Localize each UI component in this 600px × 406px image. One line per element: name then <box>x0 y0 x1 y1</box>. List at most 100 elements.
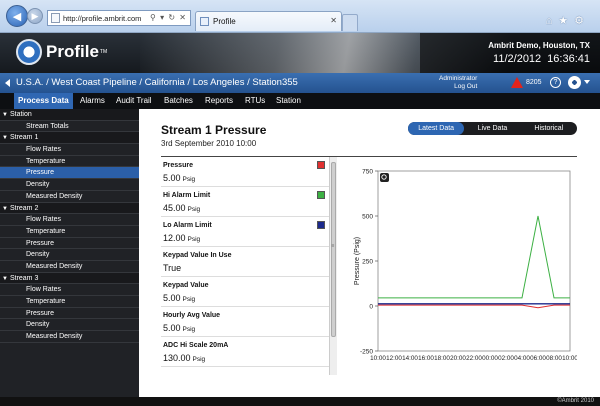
parameter-value: True <box>163 263 183 273</box>
pressure-chart-svg: -250025050075010:00 12:00 14:00 16:00 18:00 2… <box>354 169 577 363</box>
browser-tab[interactable]: Profile ✕ <box>195 11 342 31</box>
sidebar-item[interactable]: Flow Rates <box>0 284 139 296</box>
sidebar-item-label: Temperature <box>26 227 66 235</box>
breadcrumb[interactable]: U.S.A. / West Coast Pipeline / Californi… <box>16 77 298 88</box>
new-tab-button[interactable] <box>342 14 358 31</box>
series-color-swatch[interactable] <box>317 221 325 229</box>
sidebar-item-label: Density <box>26 251 50 259</box>
parameter-row[interactable]: Keypad Value In Use True <box>161 247 329 277</box>
parameter-row[interactable]: Hourly Avg Value 5.00 Psig <box>161 307 329 337</box>
parameter-label: ADC Hi Scale 20mA <box>163 342 229 349</box>
collapse-arrow-icon[interactable] <box>5 79 10 87</box>
star-icon: ★ <box>558 15 575 27</box>
sidebar-item[interactable]: Temperature <box>0 226 139 238</box>
sidebar-item[interactable]: Temperature <box>0 156 139 168</box>
sidebar-item-label: Pressure <box>26 169 55 177</box>
parameter-list: Pressure 5.00 Psig Hi Alarm Limit 45.00 Psig L… <box>161 157 337 375</box>
sidebar-item[interactable]: Stream Totals <box>0 121 139 133</box>
scroll-grip-icon: ≡ <box>331 243 335 249</box>
sidebar-item-label: Measured Density <box>26 262 83 270</box>
parameter-label: Hi Alarm Limit <box>163 192 211 199</box>
sidebar-item-label: Pressure <box>26 239 55 247</box>
parameter-row[interactable]: Hi Alarm Limit 45.00 Psig <box>161 187 329 217</box>
y-tick-label: 500 <box>362 214 373 221</box>
browser-toolbar-icons[interactable]: ⌂★⚙ <box>546 14 590 27</box>
breadcrumb-bar: U.S.A. / West Coast Pipeline / Californi… <box>0 73 600 93</box>
main-content: Stream 1 Pressure 3rd September 2010 10:… <box>139 109 600 397</box>
sidebar-item-label: Temperature <box>26 157 66 165</box>
parameter-label: Lo Alarm Limit <box>163 222 212 229</box>
alarm-warning-icon[interactable] <box>511 77 523 88</box>
sidebar-item-label: Stream 2 <box>9 204 39 212</box>
logo-mark-icon <box>16 39 42 65</box>
parameter-row[interactable]: Keypad Value 5.00 Psig <box>161 277 329 307</box>
parameter-value: 12.00 Psig <box>163 233 200 243</box>
series-color-swatch[interactable] <box>317 191 325 199</box>
sidebar-item[interactable]: Density <box>0 249 139 261</box>
sidebar-item[interactable]: Density <box>0 319 139 332</box>
logout-link[interactable]: Log Out <box>439 83 477 91</box>
parameter-list-scrollbar[interactable]: ≡ <box>329 157 337 375</box>
x-tick-label: 10:00 <box>370 355 386 362</box>
chevron-down-icon: ▼ <box>2 135 8 142</box>
toggle-latest-data[interactable]: Latest Data <box>408 122 465 135</box>
parameter-row[interactable]: Pressure 5.00 Psig <box>161 157 329 187</box>
data-mode-toggle: Latest Data Live Data Historical <box>408 122 577 135</box>
sidebar-item[interactable]: Pressure <box>0 308 139 320</box>
sidebar-item[interactable]: Measured Density <box>0 191 139 203</box>
sidebar-item[interactable]: Measured Density <box>0 261 139 273</box>
parameter-unit: Psig <box>187 206 201 213</box>
sidebar-item[interactable]: Flow Rates <box>0 214 139 226</box>
pressure-chart: -250 0 250 500 750 10:00 12:00 14:00 16:00 18:00 2… <box>346 163 577 377</box>
parameter-row[interactable]: Lo Alarm Limit 12.00 Psig <box>161 217 329 247</box>
sidebar-group[interactable]: ▼ Stream 1 <box>0 132 139 145</box>
nav-process-data[interactable]: Process Data <box>14 93 73 109</box>
sidebar-item[interactable]: Pressure <box>0 167 139 180</box>
address-url: http://profile.ambrit.com <box>63 13 142 23</box>
parameter-value-number: 12.00 <box>163 233 186 243</box>
sidebar-group[interactable]: ▼ Stream 2 <box>0 202 139 215</box>
series-color-swatch[interactable] <box>317 161 325 169</box>
page-subtitle: 3rd September 2010 10:00 <box>161 139 257 148</box>
nav-station[interactable]: Station <box>276 93 301 109</box>
forward-button[interactable]: ▶ <box>27 8 43 24</box>
sidebar-item[interactable]: Measured Density <box>0 331 139 343</box>
help-icon[interactable]: ? <box>550 77 561 88</box>
alarm-count[interactable]: 8205 <box>526 79 542 86</box>
parameter-value: 5.00 Psig <box>163 173 195 183</box>
close-tab-icon[interactable]: ✕ <box>330 16 337 25</box>
x-tick-label: 02:00 <box>498 355 514 362</box>
parameter-value-number: 45.00 <box>163 203 186 213</box>
sidebar-group[interactable]: ▼ Station <box>0 109 139 121</box>
sidebar-group[interactable]: ▼ Stream 3 <box>0 272 139 285</box>
search-refresh-icons[interactable]: ⚲ ▾ ↻ ✕ <box>150 13 187 22</box>
sidebar-item[interactable]: Flow Rates <box>0 144 139 156</box>
zoom-icon[interactable] <box>380 173 389 182</box>
sidebar-item-label: Pressure <box>26 309 55 317</box>
scrollbar-thumb[interactable] <box>331 162 336 337</box>
settings-icon[interactable] <box>568 76 581 89</box>
nav-reports[interactable]: Reports <box>205 93 233 109</box>
browser-chrome: ◀ ▶ http://profile.ambrit.com ⚲ ▾ ↻ ✕ Pr… <box>0 0 600 33</box>
settings-dropdown-icon[interactable] <box>584 80 590 84</box>
parameter-row[interactable]: ADC Hi Scale 20mA 130.00 Psig <box>161 337 329 367</box>
sidebar-item[interactable]: Temperature <box>0 296 139 308</box>
current-date: 11/2/2012 <box>493 53 542 65</box>
nav-batches[interactable]: Batches <box>164 93 193 109</box>
sidebar-item-label: Stream 1 <box>9 134 39 142</box>
parameter-label: Keypad Value In Use <box>163 252 232 259</box>
sidebar: ▼ Station Stream Totals ▼ Stream 1 Flow Rates… <box>0 109 139 397</box>
back-button[interactable]: ◀ <box>6 5 28 27</box>
nav-alarms[interactable]: Alarms <box>80 93 105 109</box>
logo-tm: TM <box>99 49 108 55</box>
sidebar-item[interactable]: Density <box>0 179 139 191</box>
toggle-live-data[interactable]: Live Data <box>464 122 520 135</box>
toggle-historical[interactable]: Historical <box>521 122 577 135</box>
address-bar[interactable]: http://profile.ambrit.com ⚲ ▾ ↻ ✕ <box>47 10 191 26</box>
nav-rtus[interactable]: RTUs <box>245 93 265 109</box>
sidebar-item[interactable]: Pressure <box>0 238 139 250</box>
y-tick-label: 0 <box>369 304 373 311</box>
nav-audit-trail[interactable]: Audit Trail <box>116 93 152 109</box>
chart-plot-area <box>377 170 571 352</box>
sidebar-item-label: Stream 3 <box>9 274 39 282</box>
